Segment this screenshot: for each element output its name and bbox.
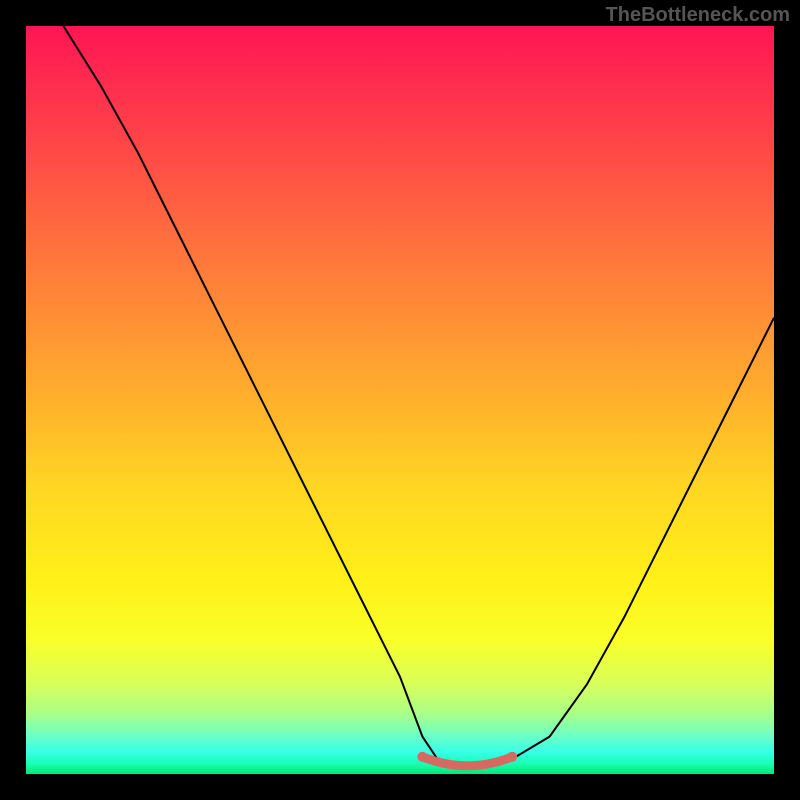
watermark-text: TheBottleneck.com (606, 4, 790, 27)
chart-trough-dot-left (417, 752, 427, 762)
chart-trough-dot-right (507, 752, 517, 762)
chart-line-path (63, 26, 774, 767)
chart-trough-marker (422, 757, 512, 766)
chart-plot-area (26, 26, 774, 774)
chart-curve-svg (26, 26, 774, 774)
